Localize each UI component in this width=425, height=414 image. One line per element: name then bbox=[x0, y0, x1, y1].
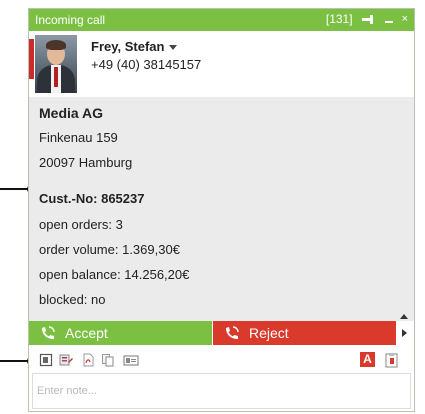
reject-button[interactable]: Reject bbox=[213, 321, 396, 345]
company-city: 20097 Hamburg bbox=[39, 155, 133, 170]
order-volume: order volume: 1.369,30€ bbox=[39, 242, 180, 257]
clipboard-icon[interactable] bbox=[384, 352, 399, 368]
reject-label: Reject bbox=[249, 325, 289, 341]
company-street: Finkenau 159 bbox=[39, 130, 118, 145]
pin-icon[interactable] bbox=[361, 14, 376, 24]
caller-name: Frey, Stefan bbox=[91, 39, 165, 54]
accept-label: Accept bbox=[65, 325, 108, 341]
scroll-up-arrow-icon[interactable] bbox=[400, 314, 408, 319]
window-title: Incoming call bbox=[35, 13, 106, 27]
phone-reject-icon bbox=[226, 326, 239, 339]
pdf-document-icon[interactable] bbox=[81, 353, 95, 367]
toolbar: A bbox=[29, 349, 414, 371]
contact-edit-icon[interactable] bbox=[59, 353, 73, 367]
red-a-label: A bbox=[363, 352, 372, 366]
caller-header: Frey, Stefan +49 (40) 38145157 bbox=[29, 31, 414, 97]
copy-document-icon[interactable] bbox=[101, 353, 115, 367]
red-a-icon[interactable]: A bbox=[360, 352, 375, 367]
contact-card-icon[interactable] bbox=[39, 353, 53, 367]
call-counter: [131] bbox=[325, 12, 353, 26]
phone-accept-icon bbox=[42, 326, 55, 339]
open-balance: open balance: 14.256,20€ bbox=[39, 267, 190, 282]
incoming-call-window: Incoming call [131] × Frey, Stefan +49 (… bbox=[28, 8, 415, 412]
blocked-status: blocked: no bbox=[39, 292, 106, 307]
chevron-down-icon bbox=[169, 45, 178, 51]
status-marker bbox=[29, 39, 34, 79]
more-actions-arrow-icon[interactable] bbox=[402, 329, 407, 337]
company-name: Media AG bbox=[39, 105, 104, 121]
caller-name-dropdown[interactable]: Frey, Stefan bbox=[91, 39, 178, 54]
minimize-icon[interactable] bbox=[384, 21, 393, 23]
close-icon[interactable]: × bbox=[402, 13, 408, 25]
callout-line-toolbar bbox=[0, 360, 28, 362]
open-orders: open orders: 3 bbox=[39, 217, 123, 232]
caller-phone: +49 (40) 38145157 bbox=[91, 57, 202, 72]
title-bar[interactable]: Incoming call [131] × bbox=[29, 9, 414, 31]
note-input[interactable] bbox=[32, 373, 411, 409]
id-card-icon[interactable] bbox=[123, 353, 139, 367]
call-actions: Accept Reject bbox=[29, 321, 414, 345]
customer-details-panel: Media AG Finkenau 159 20097 Hamburg Cust… bbox=[29, 97, 414, 321]
caller-avatar bbox=[35, 35, 77, 93]
accept-button[interactable]: Accept bbox=[29, 321, 212, 345]
callout-line-cust-no bbox=[0, 188, 28, 190]
title-controls: [131] × bbox=[326, 12, 408, 26]
customer-number: Cust.-No: 865237 bbox=[39, 191, 145, 206]
